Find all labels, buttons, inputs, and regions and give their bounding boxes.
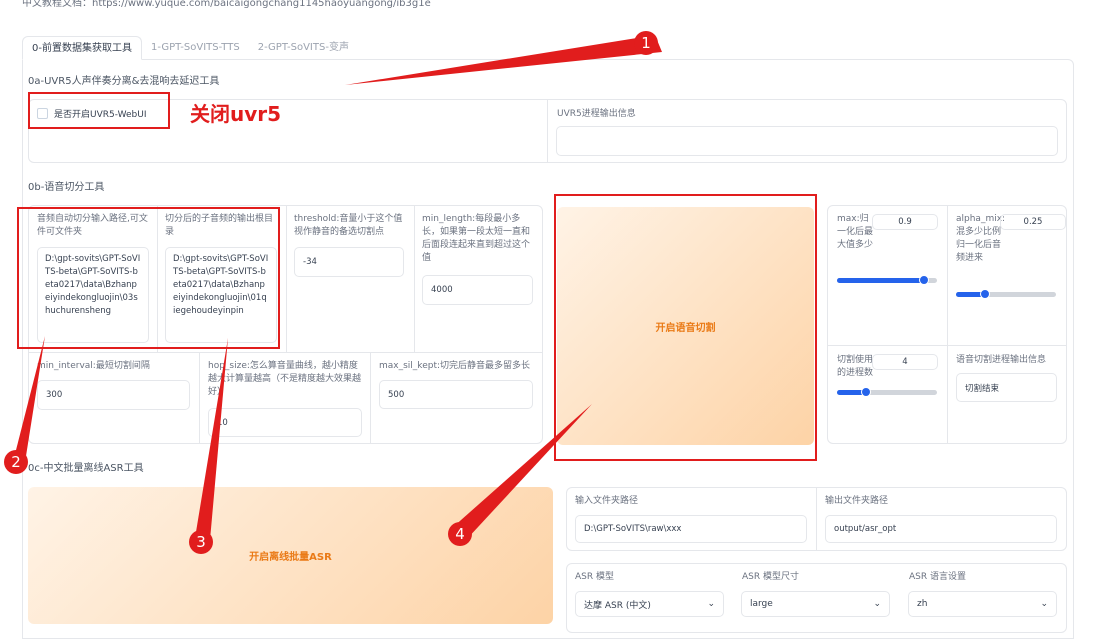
alpha-number[interactable]: 0.25 (1000, 214, 1066, 230)
procs-label: 切割使用的进程数 (837, 355, 874, 378)
threshold-field[interactable]: -34 (294, 247, 404, 277)
asr-input-dir-field[interactable]: D:\GPT-SoVITS\raw\xxx (575, 515, 807, 543)
highlight-slice-paths (17, 207, 280, 349)
procs-slider[interactable] (837, 387, 937, 397)
min-length-field[interactable]: 4000 (422, 275, 533, 305)
max-sil-kept-label: max_sil_kept:切完后静音最多留多长 (379, 361, 531, 371)
tutorial-link-text: 中文教程文档：https://www.yuque.com/baicaigongc… (22, 0, 431, 9)
asr-model-select[interactable]: 达摩 ASR (中文) ⌄ (575, 591, 724, 617)
annotation-badge-2: 2 (4, 450, 28, 474)
tab-bar: 0-前置数据集获取工具 1-GPT-SoVITS-TTS 2-GPT-SoVIT… (22, 36, 358, 60)
uvr-section-title: 0a-UVR5人声伴奏分离&去混响去延迟工具 (28, 76, 220, 87)
procs-number[interactable]: 4 (872, 354, 938, 370)
asr-input-dir-label: 输入文件夹路径 (575, 496, 639, 506)
min-interval-label: min_interval:最短切割间隔 (37, 361, 150, 371)
threshold-label: threshold:音量小于这个值视作静音的备选切割点 (294, 214, 403, 237)
slicer-output-label: 语音切割进程输出信息 (956, 355, 1047, 365)
max-sil-kept-field[interactable]: 500 (379, 380, 533, 409)
slicer-section-title: 0b-语音切分工具 (28, 182, 105, 193)
annotation-badge-4: 4 (448, 522, 472, 546)
hop-size-field[interactable]: 10 (208, 408, 362, 437)
asr-output-dir-field[interactable]: output/asr_opt (825, 515, 1057, 543)
start-asr-button[interactable]: 开启离线批量ASR (28, 487, 553, 624)
min-interval-field[interactable]: 300 (37, 380, 190, 410)
asr-output-dir-label: 输出文件夹路径 (825, 496, 889, 506)
chevron-down-icon: ⌄ (707, 599, 715, 609)
max-label: max:归一化后最大值多少 (837, 214, 874, 250)
tab-dataset-tools[interactable]: 0-前置数据集获取工具 (22, 36, 142, 60)
uvr-output-label: UVR5进程输出信息 (557, 109, 636, 119)
asr-size-value: large (750, 599, 773, 609)
annotation-badge-3: 3 (189, 530, 213, 554)
chevron-down-icon: ⌄ (873, 599, 881, 609)
chevron-down-icon: ⌄ (1040, 599, 1048, 609)
asr-lang-label: ASR 语言设置 (909, 572, 966, 582)
alpha-label: alpha_mix:混多少比例归一化后音频进来 (956, 214, 1006, 263)
asr-model-label: ASR 模型 (575, 572, 614, 582)
hop-size-label: hop_size:怎么算音量曲线，越小精度越大计算量越高（不是精度越大效果越好） (208, 361, 362, 397)
max-number[interactable]: 0.9 (872, 214, 938, 230)
asr-lang-select[interactable]: zh ⌄ (908, 591, 1057, 617)
highlight-start-slicing (554, 194, 817, 461)
tab-tts[interactable]: 1-GPT-SoVITS-TTS (142, 36, 249, 60)
asr-lang-value: zh (917, 599, 928, 609)
asr-size-label: ASR 模型尺寸 (742, 572, 799, 582)
tab-voice-change[interactable]: 2-GPT-SoVITS-变声 (249, 36, 358, 60)
asr-size-select[interactable]: large ⌄ (741, 591, 890, 617)
annotation-badge-1: 1 (634, 31, 658, 55)
highlight-uvr-checkbox (28, 92, 170, 129)
uvr-output-field[interactable] (556, 126, 1058, 156)
close-uvr5-note: 关闭uvr5 (190, 102, 282, 126)
max-slider[interactable] (837, 275, 937, 285)
asr-model-value: 达摩 ASR (中文) (584, 600, 651, 611)
min-length-label: min_length:每段最小多长，如果第一段太短一直和后面段连起来直到超过这个… (422, 214, 531, 263)
slicer-output-field[interactable]: 切割结束 (956, 373, 1057, 402)
asr-section-title: 0c-中文批量离线ASR工具 (28, 463, 144, 474)
alpha-slider[interactable] (956, 289, 1056, 299)
